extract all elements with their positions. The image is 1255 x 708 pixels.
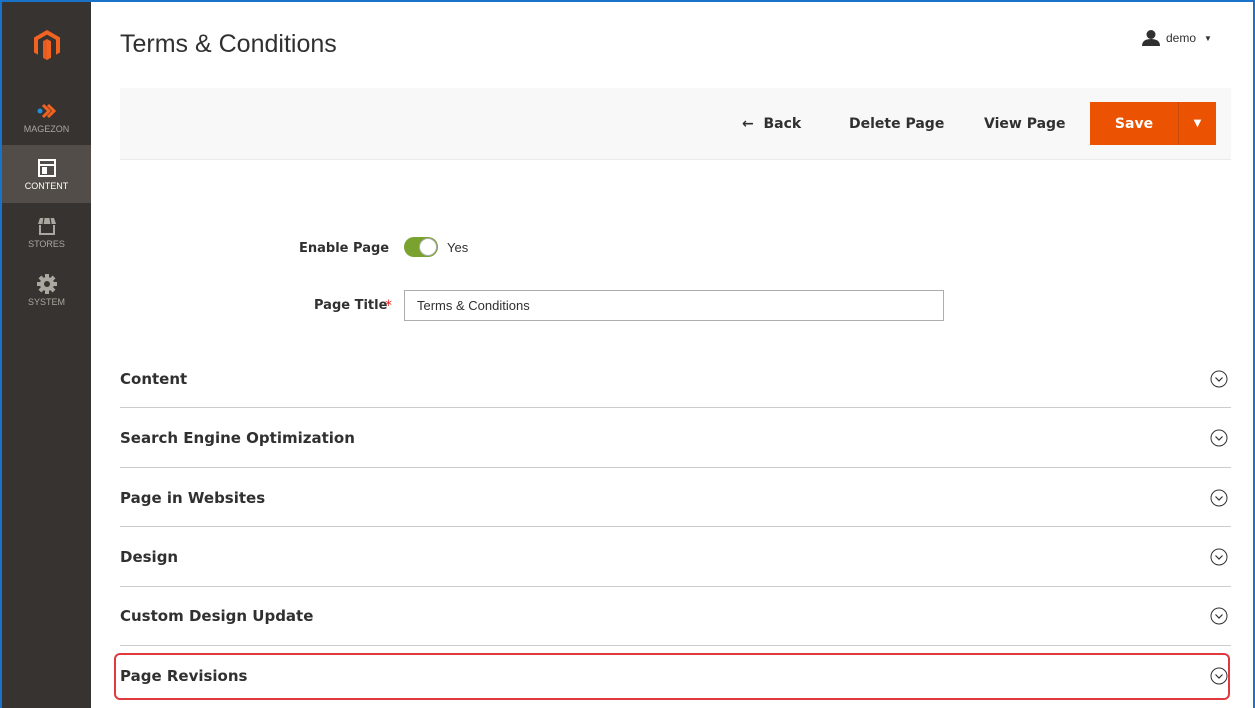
sidebar-item-magezon[interactable]: MAGEZON <box>2 88 91 146</box>
content-layout-icon <box>37 158 56 178</box>
expand-chevron-icon <box>1210 548 1228 565</box>
section-custom-design-update[interactable]: Custom Design Update <box>120 586 1231 645</box>
section-title: Design <box>120 547 179 566</box>
save-button[interactable]: Save <box>1090 102 1178 145</box>
delete-page-button[interactable]: Delete Page <box>849 116 944 132</box>
sidebar-item-label: SYSTEM <box>27 296 65 307</box>
save-options-toggle[interactable]: ▼ <box>1178 102 1216 145</box>
sidebar-item-stores[interactable]: STORES <box>2 203 91 261</box>
enable-page-label: Enable Page <box>299 241 390 256</box>
user-name: demo <box>1166 31 1197 45</box>
section-title: Page in Websites <box>120 488 266 507</box>
section-content[interactable]: Content <box>120 349 1231 408</box>
required-asterisk: * <box>385 298 392 314</box>
caret-down-icon: ▼ <box>1193 118 1202 129</box>
expand-chevron-icon <box>1210 370 1228 387</box>
back-label: Back <box>763 116 802 132</box>
sidebar-item-system[interactable]: SYSTEM <box>2 261 91 319</box>
page-actions-bar: ← Back Delete Page View Page Save ▼ <box>120 88 1231 160</box>
magento-logo-icon <box>33 30 60 60</box>
save-button-group: Save ▼ <box>1090 102 1216 145</box>
enable-page-value: Yes <box>447 240 469 255</box>
section-title: Page Revisions <box>120 666 248 685</box>
magento-logo[interactable] <box>2 2 91 88</box>
sidebar-item-label: MAGEZON <box>23 123 70 134</box>
back-button[interactable]: ← Back <box>742 116 801 132</box>
page-title-input[interactable]: Terms & Conditions <box>404 290 944 321</box>
sidebar-item-label: STORES <box>28 238 65 249</box>
section-title: Content <box>120 369 188 388</box>
page-title: Terms & Conditions <box>120 30 337 58</box>
user-icon <box>1142 30 1160 46</box>
user-account-menu[interactable]: demo ▼ <box>1142 30 1212 46</box>
section-page-revisions[interactable]: Page Revisions <box>120 646 1231 705</box>
section-page-in-websites[interactable]: Page in Websites <box>120 468 1231 527</box>
store-icon <box>37 216 57 236</box>
sidebar-item-label: CONTENT <box>24 180 69 191</box>
section-search-engine-optimization[interactable]: Search Engine Optimization <box>120 408 1231 467</box>
page-title-label: Page Title <box>314 298 388 313</box>
arrow-left-icon: ← <box>742 116 754 132</box>
magezon-chevrons-icon <box>36 101 58 121</box>
toggle-knob <box>419 238 437 256</box>
expand-chevron-icon <box>1210 489 1228 506</box>
section-design[interactable]: Design <box>120 527 1231 586</box>
expand-chevron-icon <box>1210 607 1228 624</box>
view-page-button[interactable]: View Page <box>984 116 1066 132</box>
gear-icon <box>36 273 57 294</box>
expand-chevron-icon <box>1210 667 1228 684</box>
section-title: Search Engine Optimization <box>120 428 355 447</box>
enable-page-toggle[interactable] <box>404 237 438 257</box>
section-title: Custom Design Update <box>120 606 314 625</box>
admin-sidebar: MAGEZON CONTENT STORES SYSTEM <box>2 2 91 708</box>
caret-down-icon: ▼ <box>1204 33 1212 43</box>
expand-chevron-icon <box>1210 429 1228 446</box>
sidebar-item-content[interactable]: CONTENT <box>2 145 91 203</box>
